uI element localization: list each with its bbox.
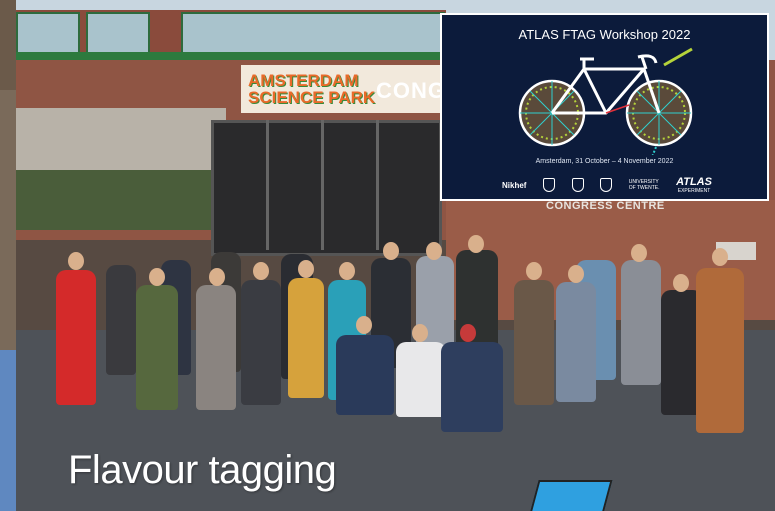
head — [526, 262, 542, 280]
head — [209, 268, 225, 286]
person — [556, 282, 596, 402]
building-sign-text: AMSTERDAM SCIENCE PARK — [248, 72, 375, 106]
bicycle-illustration — [518, 47, 693, 155]
person — [621, 260, 661, 385]
atlas-logo-text: ATLAS — [676, 176, 712, 188]
crowd — [36, 230, 775, 440]
window — [86, 12, 150, 56]
head — [712, 248, 728, 266]
poster-date-location: Amsterdam, 31 October – 4 November 2022 — [535, 158, 674, 165]
person — [106, 265, 136, 375]
window — [16, 12, 80, 56]
person — [196, 285, 236, 410]
head — [568, 265, 584, 283]
person — [56, 270, 96, 405]
atlas-logo: ATLAS EXPERIMENT — [676, 176, 712, 194]
head — [673, 274, 689, 292]
head — [468, 235, 484, 253]
university-crest-icon — [600, 178, 613, 192]
university-crest-icon — [543, 178, 556, 192]
poster-title: ATLAS FTAG Workshop 2022 — [518, 27, 691, 42]
university-crest-icon — [571, 178, 584, 192]
nikhef-logo: Nikhef — [502, 180, 527, 190]
trees-under-canopy — [16, 170, 226, 230]
window — [181, 12, 445, 56]
head — [68, 252, 84, 270]
person — [288, 278, 324, 398]
person — [514, 280, 554, 405]
head — [298, 260, 314, 278]
head — [356, 316, 372, 334]
left-photo-fragment-top — [0, 0, 16, 90]
person — [241, 280, 281, 405]
head — [149, 268, 165, 286]
head — [460, 324, 476, 342]
sign-line-1: AMSTERDAM — [248, 71, 359, 90]
sign-line-2: SCIENCE PARK — [248, 88, 376, 107]
person — [696, 268, 744, 433]
head — [631, 244, 647, 262]
person — [441, 342, 503, 432]
left-photo-fragment-bottom — [0, 350, 16, 511]
atlas-logo-sub: EXPERIMENT — [677, 188, 711, 194]
green-track — [663, 47, 693, 67]
blue-floor-tile — [529, 480, 613, 511]
workshop-poster: ATLAS FTAG Workshop 2022 Amsterdam, 31 O… — [440, 13, 769, 201]
congress-centre-sign: CONGRESS CENTRE — [546, 200, 665, 212]
entrance-canopy — [16, 108, 226, 178]
head — [412, 324, 428, 342]
head — [383, 242, 399, 260]
sponsor-logos: Nikhef UNIVERSITY OF TWENTE. ATLAS EXPER… — [502, 175, 712, 195]
person — [396, 342, 446, 417]
person — [336, 335, 394, 415]
head — [426, 242, 442, 260]
head — [339, 262, 355, 280]
twente-line-2: OF TWENTE. — [628, 185, 660, 191]
head — [253, 262, 269, 280]
twente-logo: UNIVERSITY OF TWENTE. — [629, 179, 660, 191]
sign-cong-text: CONG — [376, 78, 446, 103]
green-beam — [16, 52, 446, 60]
slide-caption: Flavour tagging — [68, 448, 337, 492]
left-photo-fragment-middle — [0, 90, 16, 350]
person — [136, 285, 178, 410]
cyan-track — [651, 146, 657, 155]
left-edge-strip — [0, 0, 16, 511]
